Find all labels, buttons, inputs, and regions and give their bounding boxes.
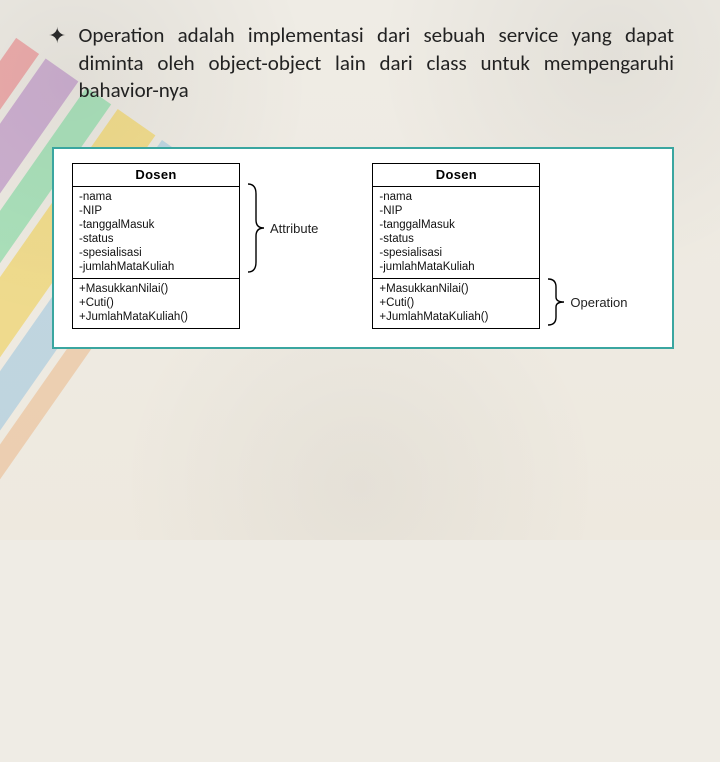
uml-operation-row: +MasukkanNilai(): [79, 282, 233, 296]
uml-operation-row: +JumlahMataKuliah(): [379, 310, 533, 324]
uml-attribute-row: -NIP: [379, 204, 533, 218]
slide-content: ✦ Operation adalah implementasi dari seb…: [0, 0, 720, 369]
operation-label: Operation: [570, 295, 627, 310]
uml-attribute-row: -status: [379, 232, 533, 246]
uml-attribute-row: -NIP: [79, 204, 233, 218]
uml-attribute-row: -nama: [79, 190, 233, 204]
brace-icon: [546, 277, 566, 327]
bullet-text: Operation adalah implementasi dari sebua…: [78, 22, 674, 105]
operation-brace: Operation: [546, 277, 627, 327]
uml-attribute-row: -jumlahMataKuliah: [379, 260, 533, 274]
uml-attribute-row: -spesialisasi: [79, 246, 233, 260]
uml-operation-row: +Cuti(): [379, 296, 533, 310]
uml-attribute-row: -tanggalMasuk: [379, 218, 533, 232]
uml-class-name: Dosen: [373, 164, 539, 187]
uml-attribute-row: -status: [79, 232, 233, 246]
attribute-label: Attribute: [270, 221, 318, 236]
bullet-item: ✦ Operation adalah implementasi dari seb…: [48, 22, 674, 105]
uml-operation-row: +MasukkanNilai(): [379, 282, 533, 296]
uml-attribute-row: -tanggalMasuk: [79, 218, 233, 232]
uml-attribute-section: -nama -NIP -tanggalMasuk -status -spesia…: [73, 187, 239, 279]
brace-icon: [246, 182, 266, 274]
uml-class-box-right: Dosen -nama -NIP -tanggalMasuk -status -…: [372, 163, 540, 329]
uml-right-group: Dosen -nama -NIP -tanggalMasuk -status -…: [372, 163, 627, 329]
uml-class-box-left: Dosen -nama -NIP -tanggalMasuk -status -…: [72, 163, 240, 329]
uml-attribute-row: -jumlahMataKuliah: [79, 260, 233, 274]
uml-diagram-container: Dosen -nama -NIP -tanggalMasuk -status -…: [52, 147, 674, 349]
uml-operation-row: +JumlahMataKuliah(): [79, 310, 233, 324]
uml-left-group: Dosen -nama -NIP -tanggalMasuk -status -…: [72, 163, 318, 329]
uml-class-name: Dosen: [73, 164, 239, 187]
uml-operation-section: +MasukkanNilai() +Cuti() +JumlahMataKuli…: [373, 279, 539, 328]
uml-attribute-section: -nama -NIP -tanggalMasuk -status -spesia…: [373, 187, 539, 279]
uml-attribute-row: -spesialisasi: [379, 246, 533, 260]
uml-attribute-row: -nama: [379, 190, 533, 204]
bullet-icon: ✦: [48, 22, 66, 48]
attribute-brace: Attribute: [246, 182, 318, 274]
uml-operation-row: +Cuti(): [79, 296, 233, 310]
uml-operation-section: +MasukkanNilai() +Cuti() +JumlahMataKuli…: [73, 279, 239, 328]
